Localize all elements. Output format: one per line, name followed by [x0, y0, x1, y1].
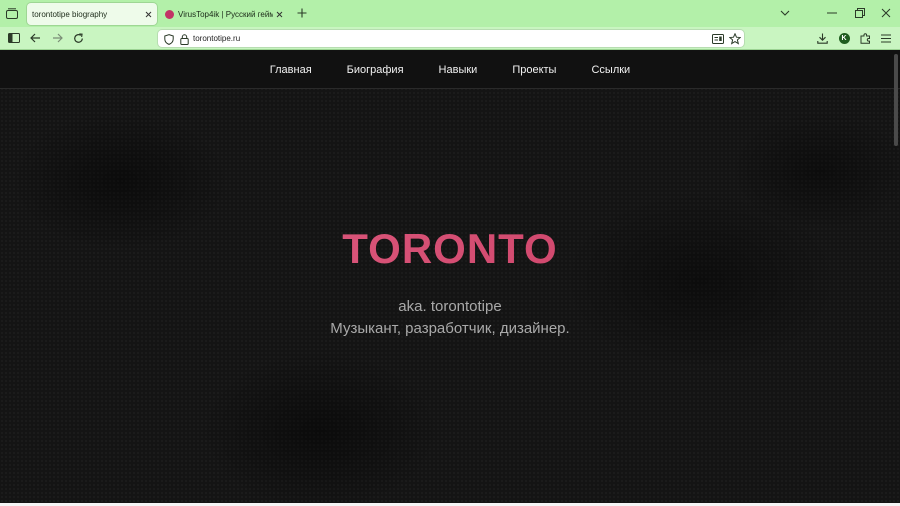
page-viewport: Главная Биография Навыки Проекты Ссылки …	[0, 51, 900, 506]
nav-link-projects[interactable]: Проекты	[512, 64, 556, 76]
tab-strip: torontotipe biography VirusTop4ik | Русс…	[0, 0, 900, 27]
nav-link-home[interactable]: Главная	[270, 64, 312, 76]
tab-active[interactable]: torontotipe biography	[27, 3, 157, 25]
shield-icon[interactable]	[162, 32, 176, 46]
new-tab-plus-icon[interactable]	[295, 6, 309, 20]
forward-arrow-icon[interactable]	[49, 30, 65, 46]
hamburger-menu-icon[interactable]	[878, 30, 894, 46]
account-avatar[interactable]: K	[836, 30, 852, 46]
tab-title: torontotipe biography	[32, 9, 108, 19]
nav-link-skills[interactable]: Навыки	[439, 64, 478, 76]
bookmark-star-icon[interactable]	[728, 32, 742, 46]
reload-icon[interactable]	[70, 30, 86, 46]
reader-view-icon[interactable]	[711, 32, 725, 46]
chevron-down-icon[interactable]	[778, 6, 792, 20]
downloads-icon[interactable]	[814, 30, 830, 46]
lock-icon[interactable]	[177, 32, 191, 46]
url-text: torontotipe.ru	[193, 34, 241, 43]
list-all-tabs-icon[interactable]	[4, 5, 20, 21]
hero-description: Музыкант, разработчик, дизайнер.	[330, 320, 570, 337]
minimize-icon[interactable]	[823, 4, 841, 22]
nav-link-links[interactable]: Ссылки	[591, 64, 630, 76]
avatar-initial: K	[838, 32, 850, 44]
tab-inactive[interactable]: VirusTop4ik | Русский геймдэ	[160, 3, 288, 25]
nav-link-biography[interactable]: Биография	[347, 64, 404, 76]
restore-icon[interactable]	[851, 4, 869, 22]
close-icon[interactable]	[273, 8, 285, 20]
extensions-puzzle-icon[interactable]	[857, 30, 873, 46]
close-window-icon[interactable]	[877, 4, 895, 22]
navigation-toolbar: torontotipe.ru K	[0, 27, 900, 50]
page-scrollbar[interactable]	[894, 54, 898, 146]
tab-title: VirusTop4ik | Русский геймдэ	[178, 9, 273, 19]
close-icon[interactable]	[142, 8, 154, 20]
hero-title: TORONTO	[0, 225, 900, 273]
favicon-icon	[165, 9, 174, 19]
hero-alias: aka. torontotipe	[398, 298, 502, 315]
site-navigation: Главная Биография Навыки Проекты Ссылки	[0, 51, 900, 89]
back-arrow-icon[interactable]	[27, 30, 43, 46]
sidebar-icon[interactable]	[6, 30, 22, 46]
address-bar[interactable]: torontotipe.ru	[157, 29, 745, 48]
